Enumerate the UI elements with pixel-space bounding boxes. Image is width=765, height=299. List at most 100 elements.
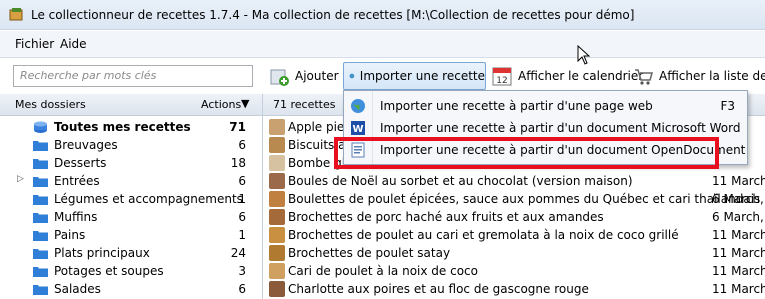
folder-count: 6 <box>238 282 246 296</box>
folder-item[interactable]: Salades 6 <box>0 280 262 298</box>
recipe-name: Brochettes de porc haché aux fruits et a… <box>288 210 604 224</box>
recipe-thumbnail <box>269 281 285 297</box>
recipe-thumbnail <box>269 119 285 135</box>
recipe-thumbnail <box>269 263 285 279</box>
folder-count: 6 <box>238 174 246 188</box>
folder-name: Entrées <box>54 174 100 188</box>
recipe-date: 6 March, 2 <box>712 210 765 224</box>
recipe-thumbnail <box>269 209 285 225</box>
search-placeholder: Recherche par mots clés <box>20 69 157 82</box>
folder-item[interactable]: Muffins 6 <box>0 208 262 226</box>
folder-icon <box>33 159 48 169</box>
recipe-name: Boulettes de poulet épicées, sauce aux p… <box>288 192 761 206</box>
chevron-down-icon[interactable]: ▼ <box>241 97 249 110</box>
folder-count: 1 <box>238 192 246 206</box>
folder-name: Muffins <box>54 210 98 224</box>
recipe-name: Boules de Noël au sorbet et au chocolat … <box>288 174 633 188</box>
cart-icon <box>635 69 653 85</box>
recipe-row[interactable]: Brochettes de poulet satay 11 March, <box>263 244 765 262</box>
folder-item[interactable]: Desserts 18 <box>0 154 262 172</box>
folders-header: Mes dossiers Actions ▼ <box>0 94 262 116</box>
globe-icon <box>351 99 365 113</box>
folders-title: Mes dossiers <box>15 98 86 111</box>
folder-name: Potages et soupes <box>54 264 164 278</box>
folder-name: Pains <box>54 228 86 242</box>
recipe-name: Brochettes de poulet au cari et gremolat… <box>288 228 679 242</box>
mouse-cursor-icon <box>577 45 591 65</box>
folder-icon <box>33 285 48 295</box>
recipe-thumbnail <box>269 137 285 153</box>
folder-item[interactable]: Breuvages 6 <box>0 136 262 154</box>
search-input[interactable]: Recherche par mots clés <box>13 65 253 87</box>
folder-icon <box>33 231 48 241</box>
folder-count: 1 <box>238 228 246 242</box>
highlight-box <box>334 137 719 169</box>
folder-count: 18 <box>230 156 246 170</box>
recipe-name: Brochettes de poulet satay <box>288 246 451 260</box>
folder-icon <box>33 195 48 205</box>
recipe-date: 11 March, <box>712 282 765 296</box>
recipe-count: 71 recettes <box>273 98 336 111</box>
folder-item[interactable]: Potages et soupes 3 <box>0 262 262 280</box>
recipe-thumbnail <box>269 191 285 207</box>
recipe-row[interactable]: Boulettes de poulet épicées, sauce aux p… <box>263 190 765 208</box>
recipe-row[interactable]: Boules de Noël au sorbet et au chocolat … <box>263 172 765 190</box>
folder-name: Toutes mes recettes <box>54 120 191 134</box>
folder-icon <box>33 141 48 151</box>
globe-import-icon <box>349 73 355 79</box>
recipe-row[interactable]: Cari de poulet à la noix de coco 11 March… <box>263 262 765 280</box>
calendar-button[interactable]: 12 Afficher le calendrier <box>491 62 643 90</box>
shortcut-f3: F3 <box>720 99 735 113</box>
folder-icon <box>33 267 48 277</box>
recipe-date: 11 March, <box>712 246 765 260</box>
folder-icon <box>33 177 48 187</box>
folder-item[interactable]: ▷ Entrées 6 <box>0 172 262 190</box>
recipe-date: 11 March, <box>712 228 765 242</box>
folder-count: 24 <box>230 246 246 260</box>
recipe-row[interactable]: Charlotte aux poires et au floc de gasco… <box>263 280 765 298</box>
folder-count: 71 <box>229 120 246 134</box>
recipe-date: 11 March, <box>712 264 765 278</box>
folder-item[interactable]: Plats principaux 24 <box>0 244 262 262</box>
folder-name: Plats principaux <box>54 246 150 260</box>
folder-item[interactable]: Pains 1 <box>0 226 262 244</box>
menu-item-import-word[interactable]: W Importer une recette à partir d'un doc… <box>344 117 747 139</box>
recipe-thumbnail <box>269 227 285 243</box>
folder-name: Salades <box>54 282 101 296</box>
calendar-icon: 12 <box>492 67 512 86</box>
add-button[interactable]: Ajouter <box>268 62 339 90</box>
all-recipes-icon <box>34 121 47 133</box>
actions-menu[interactable]: Actions <box>201 98 241 111</box>
menu-bar: Fichier Aide <box>0 31 765 58</box>
folder-count: 6 <box>238 210 246 224</box>
recipe-row[interactable]: Brochettes de porc haché aux fruits et a… <box>263 208 765 226</box>
expand-arrow-icon[interactable]: ▷ <box>17 174 24 184</box>
menu-aide[interactable]: Aide <box>60 37 87 51</box>
folder-icon <box>33 249 48 259</box>
recipe-name: Charlotte aux poires et au floc de gasco… <box>288 282 589 296</box>
folder-item[interactable]: Légumes et accompagnements 1 <box>0 190 262 208</box>
calendar-label: Afficher le calendrier <box>518 69 644 83</box>
recipe-thumbnail <box>269 173 285 189</box>
title-bar: Le collectionneur de recettes 1.7.4 - Ma… <box>0 0 765 30</box>
folder-all-recipes[interactable]: Toutes mes recettes 71 <box>0 118 262 136</box>
list-label: Afficher la liste de cou <box>659 69 765 83</box>
menu-fichier[interactable]: Fichier <box>15 37 54 51</box>
folder-name: Breuvages <box>54 138 118 152</box>
calendar-icon-number: 12 <box>496 76 507 86</box>
add-recipe-icon <box>270 69 289 86</box>
recipe-date: 11 March, <box>712 174 765 188</box>
add-label: Ajouter <box>295 69 339 83</box>
word-document-icon: W <box>351 121 365 135</box>
folder-icon <box>33 213 48 223</box>
menu-item-import-web[interactable]: Importer une recette à partir d'une page… <box>344 95 747 117</box>
import-recipe-button[interactable]: Importer une recette <box>343 62 486 90</box>
window-title: Le collectionneur de recettes 1.7.4 - Ma… <box>31 8 635 22</box>
shopping-list-button[interactable]: Afficher la liste de cou <box>632 62 765 90</box>
app-icon <box>9 8 23 21</box>
recipe-name: Cari de poulet à la noix de coco <box>288 264 478 278</box>
recipe-thumbnail <box>269 155 285 171</box>
import-label: Importer une recette <box>359 69 485 83</box>
recipe-thumbnail <box>269 245 285 261</box>
recipe-row[interactable]: Brochettes de poulet au cari et gremolat… <box>263 226 765 244</box>
